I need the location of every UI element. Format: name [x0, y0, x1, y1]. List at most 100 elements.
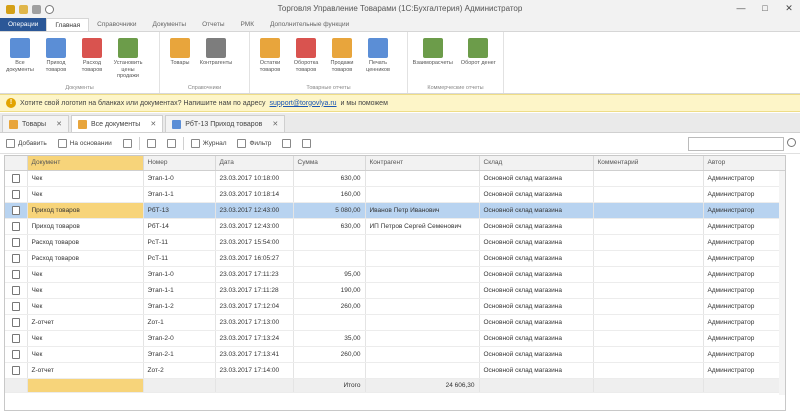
stock-balance-button[interactable]: Остатки товаров: [253, 34, 287, 84]
doc-tab-receipt[interactable]: РбТ-13 Приход товаров ✕: [165, 115, 286, 132]
column-header-partner[interactable]: Контрагент: [365, 156, 480, 171]
folder-icon[interactable]: [19, 4, 28, 14]
cell-sum: 35,00: [293, 330, 366, 347]
goods-button[interactable]: Товары: [163, 34, 197, 84]
close-tab-icon[interactable]: ✕: [272, 120, 278, 128]
cell-num: Этап-1-0: [143, 170, 216, 187]
sales-button[interactable]: Продажи товаров: [325, 34, 359, 84]
journal-button[interactable]: Журнал: [187, 136, 231, 151]
cell-doc: Расход товаров: [27, 234, 144, 251]
based-on-button[interactable]: На основании: [54, 136, 116, 151]
goods-receipt-button[interactable]: Приход товаров: [39, 34, 73, 84]
column-header-store[interactable]: Склад: [479, 156, 594, 171]
table-row[interactable]: Чек Этап-2-1 23.03.2017 17:13:41 260,00 Осно…: [5, 346, 785, 363]
receipt-icon: [46, 38, 66, 58]
edit-icon: [146, 139, 156, 148]
search-icon[interactable]: [787, 138, 796, 147]
cell-sum: [293, 362, 366, 379]
info-link[interactable]: support@torgovlya.ru: [270, 100, 337, 107]
minimize-button[interactable]: —: [734, 2, 748, 14]
save-icon[interactable]: [6, 4, 15, 14]
cell-partner: [365, 250, 480, 267]
turnover-button[interactable]: Оборотка товаров: [289, 34, 323, 84]
table-row[interactable]: Чек Этап-1-0 23.03.2017 10:18:00 630,00 Осно…: [5, 170, 785, 187]
table-row[interactable]: Приход товаров РбТ-13 23.03.2017 12:43:00 5…: [5, 202, 785, 219]
table-row[interactable]: Чек Этап-2-0 23.03.2017 17:13:24 35,00 Основ…: [5, 330, 785, 347]
maximize-button[interactable]: □: [758, 2, 772, 14]
cell-sum: 630,00: [293, 218, 366, 235]
tab-extra[interactable]: Дополнительные функции: [262, 18, 357, 31]
edit-button[interactable]: [143, 136, 160, 151]
settlements-button[interactable]: Взаиморасчеты: [411, 34, 455, 84]
cell-doc: Приход товаров: [27, 202, 144, 219]
set-prices-button[interactable]: Установить цены продажи: [111, 34, 145, 84]
tab-documents[interactable]: Документы: [145, 18, 195, 31]
expense-icon: [82, 38, 102, 58]
post-button[interactable]: [163, 136, 180, 151]
cell-store: Основной склад магазина: [479, 234, 594, 251]
column-header-comment[interactable]: Комментарий: [593, 156, 704, 171]
tab-references[interactable]: Справочники: [89, 18, 144, 31]
close-button[interactable]: ✕: [782, 2, 796, 14]
document-icon: [11, 189, 20, 199]
tab-operations[interactable]: Операции: [0, 18, 47, 31]
table-row[interactable]: Приход товаров РбТ-14 23.03.2017 12:43:00 6…: [5, 218, 785, 235]
table-row[interactable]: Чек Этап-1-0 23.03.2017 17:11:23 95,00 Основ…: [5, 266, 785, 283]
cell-comment: [593, 298, 704, 315]
refresh-button[interactable]: [278, 136, 295, 151]
table-row[interactable]: Z-отчет Zот-2 23.03.2017 17:14:00 Основной …: [5, 362, 785, 379]
info-icon[interactable]: [45, 4, 54, 14]
money-turnover-button[interactable]: Оборот денег: [457, 34, 501, 84]
cell-store: Основной склад магазина: [479, 282, 594, 299]
column-header-icon[interactable]: [5, 156, 28, 171]
goods-expense-button[interactable]: Расход товаров: [75, 34, 109, 84]
settings-button[interactable]: [298, 136, 315, 151]
column-header-date[interactable]: Дата: [215, 156, 294, 171]
cell-doc: Чек: [27, 282, 144, 299]
settings-icon[interactable]: [32, 4, 41, 14]
cell-comment: [593, 234, 704, 251]
filter-button[interactable]: Фильтр: [233, 136, 275, 151]
grid-toolbar: Добавить На основании Журнал Фильтр: [0, 134, 800, 154]
delete-button[interactable]: [119, 136, 136, 151]
report-icon: [260, 38, 280, 58]
column-header-author[interactable]: Автор: [703, 156, 785, 171]
table-row[interactable]: Расход товаров РсТ-11 23.03.2017 16:05:27 О…: [5, 250, 785, 267]
all-documents-button[interactable]: Все документы: [3, 34, 37, 84]
copy-icon: [57, 139, 67, 148]
footer-label: Итого: [293, 377, 366, 393]
people-icon: [206, 38, 226, 58]
add-button[interactable]: Добавить: [2, 136, 51, 151]
column-header-number[interactable]: Номер: [143, 156, 216, 171]
tab-pos[interactable]: РМК: [233, 18, 262, 31]
cell-num: Этап-1-0: [143, 266, 216, 283]
column-header-document[interactable]: Документ: [27, 156, 144, 171]
table-row[interactable]: Z-отчет Zот-1 23.03.2017 17:13:00 Основной …: [5, 314, 785, 331]
cell-author: Администратор: [703, 298, 785, 315]
table-row[interactable]: Чек Этап-1-1 23.03.2017 17:11:28 190,00 Осно…: [5, 282, 785, 299]
separator: [182, 137, 184, 150]
table-row[interactable]: Чек Этап-1-2 23.03.2017 17:12:04 260,00 Осно…: [5, 298, 785, 315]
document-icon: [11, 205, 20, 215]
tab-home[interactable]: Главная: [46, 18, 90, 31]
cell-doc: Чек: [27, 266, 144, 283]
doc-tab-all-documents[interactable]: Все документы ✕: [70, 115, 164, 132]
cell-comment: [593, 346, 704, 363]
cell-store: Основной склад магазина: [479, 346, 594, 363]
info-text: Хотите свой логотип на бланках или докум…: [20, 99, 266, 107]
doc-tab-goods[interactable]: Товары ✕: [2, 115, 69, 132]
ribbon-group-goods-reports: Остатки товаров Оборотка товаров Продажи…: [250, 32, 408, 93]
partners-button[interactable]: Контрагенты: [199, 34, 233, 84]
search-input[interactable]: [688, 137, 784, 151]
table-row[interactable]: Чек Этап-1-1 23.03.2017 10:18:14 160,00 Осно…: [5, 186, 785, 203]
cell-store: Основной склад магазина: [479, 250, 594, 267]
cell-sum: 5 080,00: [293, 202, 366, 219]
close-tab-icon[interactable]: ✕: [150, 120, 156, 128]
table-row[interactable]: Расход товаров РсТ-11 23.03.2017 15:54:00 О…: [5, 234, 785, 251]
close-tab-icon[interactable]: ✕: [56, 120, 62, 128]
tab-reports[interactable]: Отчеты: [194, 18, 232, 31]
document-icon: [11, 317, 20, 327]
print-labels-button[interactable]: Печать ценников: [361, 34, 395, 84]
vertical-scrollbar[interactable]: [779, 171, 785, 395]
column-header-sum[interactable]: Сумма: [293, 156, 366, 171]
